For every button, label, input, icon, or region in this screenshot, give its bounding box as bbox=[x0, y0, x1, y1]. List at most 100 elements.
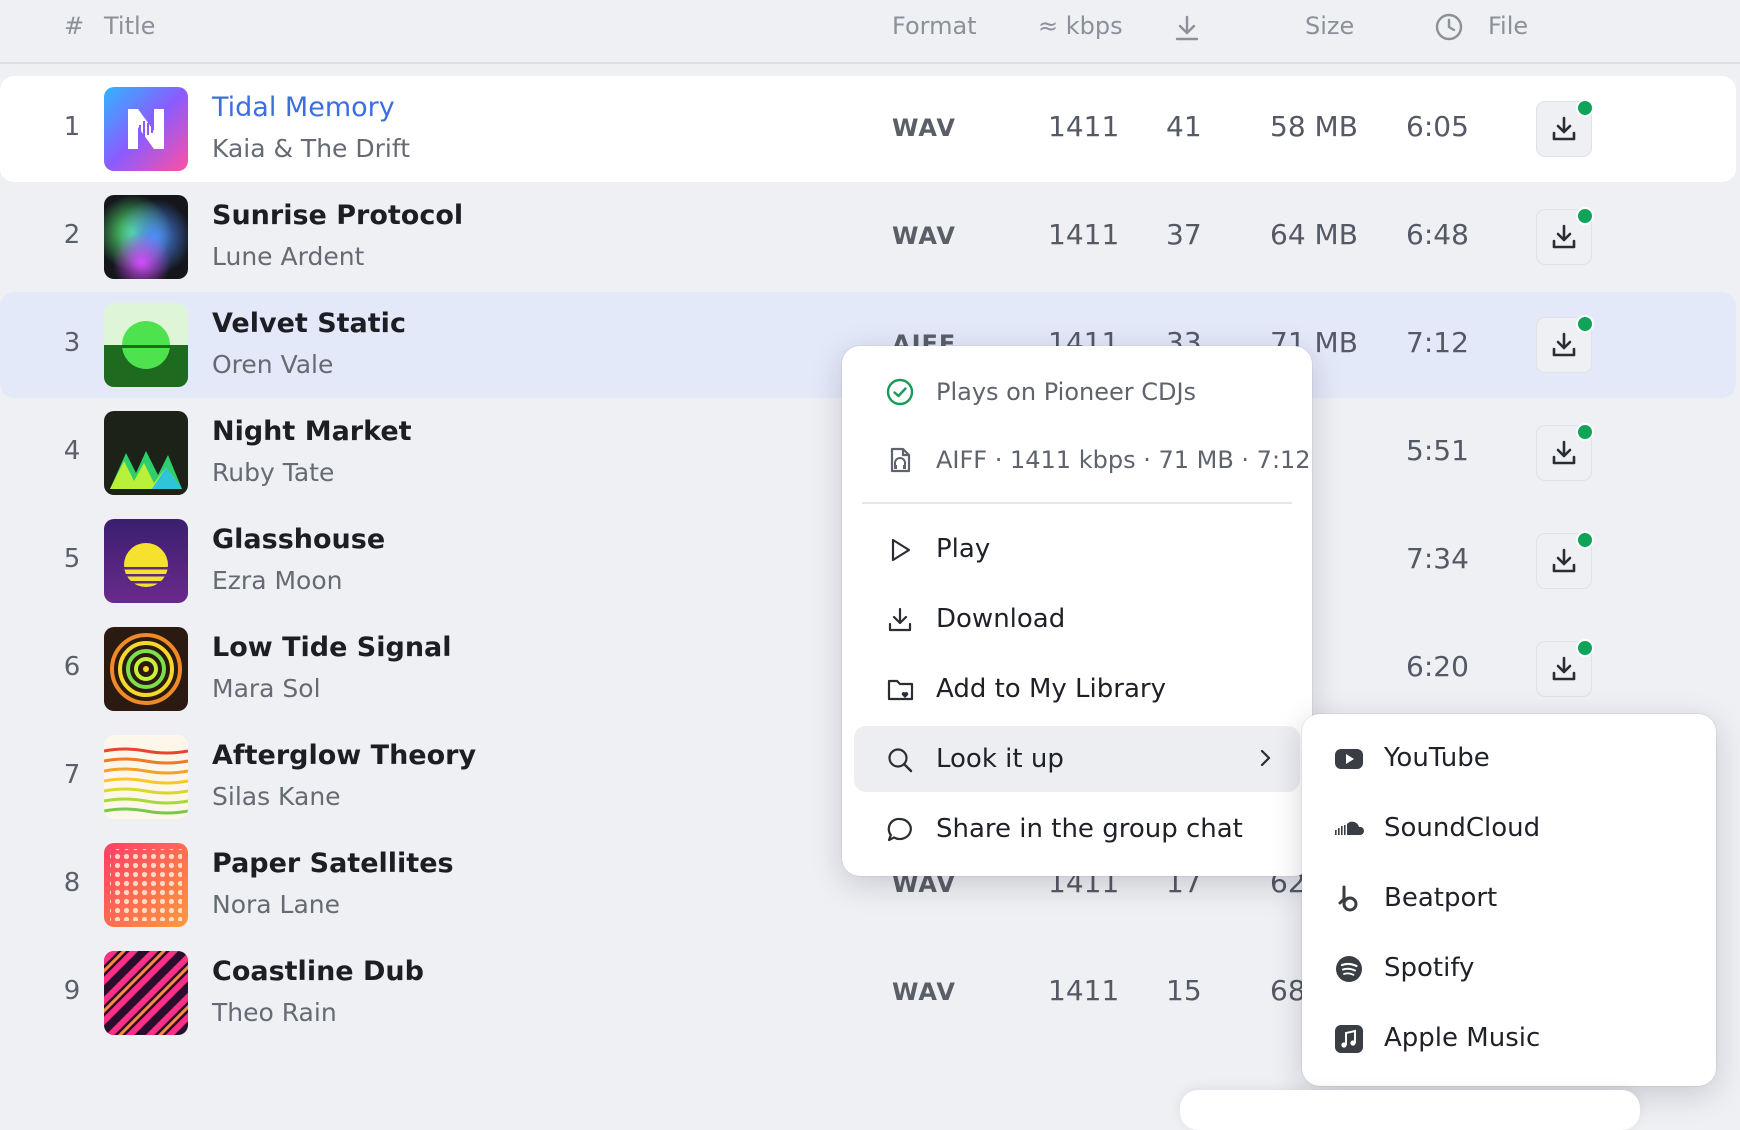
track-number: 5 bbox=[63, 544, 81, 574]
track-size: 58 MB bbox=[1270, 110, 1358, 143]
track-number: 6 bbox=[63, 652, 81, 682]
file-download-button[interactable] bbox=[1536, 99, 1594, 157]
track-duration: 6:20 bbox=[1406, 650, 1469, 683]
album-art bbox=[104, 303, 188, 387]
track-number: 8 bbox=[63, 868, 81, 898]
album-art bbox=[104, 735, 188, 819]
track-duration: 6:48 bbox=[1406, 218, 1469, 251]
header-format[interactable]: Format bbox=[892, 12, 977, 40]
file-download-button[interactable] bbox=[1536, 531, 1594, 589]
track-format: WAV bbox=[892, 222, 956, 250]
album-art bbox=[104, 951, 188, 1035]
track-title[interactable]: Low Tide Signal bbox=[212, 632, 452, 663]
track-title[interactable]: Afterglow Theory bbox=[212, 740, 476, 771]
menu-item-add-library-label: Add to My Library bbox=[936, 674, 1166, 704]
track-title[interactable]: Coastline Dub bbox=[212, 956, 424, 987]
track-format: WAV bbox=[892, 978, 956, 1006]
track-duration: 7:12 bbox=[1406, 326, 1469, 359]
track-duration: 6:05 bbox=[1406, 110, 1469, 143]
track-kbps: 1411 bbox=[1048, 974, 1120, 1007]
track-kbps: 1411 bbox=[1048, 218, 1120, 251]
track-downloads: 37 bbox=[1166, 218, 1202, 251]
track-duration: 5:51 bbox=[1406, 434, 1469, 467]
submenu-item-apple-music[interactable]: Apple Music bbox=[1314, 1006, 1704, 1072]
track-title[interactable]: Tidal Memory bbox=[212, 92, 395, 123]
track-artist[interactable]: Ruby Tate bbox=[212, 458, 334, 487]
track-number: 9 bbox=[63, 976, 81, 1006]
track-artist[interactable]: Oren Vale bbox=[212, 350, 333, 379]
header-kbps[interactable]: ≈ kbps bbox=[1038, 12, 1123, 40]
track-format: WAV bbox=[892, 114, 956, 142]
track-row[interactable]: 2 Sunrise Protocol Lune Ardent WAV 1411 … bbox=[0, 184, 1736, 290]
info-file-details: AIFF · 1411 kbps · 71 MB · 7:12 bbox=[854, 426, 1311, 492]
track-kbps: 1411 bbox=[1048, 110, 1120, 143]
check-circle-icon bbox=[886, 378, 914, 410]
track-duration: 7:34 bbox=[1406, 542, 1469, 575]
track-artist[interactable]: Lune Ardent bbox=[212, 242, 364, 271]
menu-item-play-label: Play bbox=[936, 534, 991, 564]
clock-icon[interactable] bbox=[1434, 12, 1464, 46]
track-number: 2 bbox=[63, 220, 81, 250]
album-art bbox=[104, 627, 188, 711]
play-icon bbox=[886, 536, 914, 568]
download-icon bbox=[1552, 656, 1576, 681]
track-size: 64 MB bbox=[1270, 218, 1358, 251]
menu-item-add-library[interactable]: Add to My Library bbox=[854, 656, 1300, 722]
track-title[interactable]: Night Market bbox=[212, 416, 412, 447]
submenu-item-label: Spotify bbox=[1384, 953, 1475, 983]
header-title[interactable]: Title bbox=[104, 12, 155, 40]
soundcloud-icon bbox=[1334, 814, 1366, 848]
lookup-submenu: YouTube SoundCloud Beatport Spotify Appl… bbox=[1302, 714, 1716, 1086]
table-header: # Title Format ≈ kbps Size File bbox=[0, 0, 1740, 64]
submenu-item-label: Beatport bbox=[1384, 883, 1498, 913]
chevron-right-icon bbox=[1258, 748, 1272, 772]
info-compatibility: Plays on Pioneer CDJs bbox=[854, 358, 1300, 424]
hidden-panel-edge bbox=[1180, 1090, 1640, 1130]
submenu-item-spotify[interactable]: Spotify bbox=[1314, 936, 1704, 1002]
menu-item-look-it-up[interactable]: Look it up bbox=[854, 726, 1300, 792]
downloaded-status-dot bbox=[1576, 639, 1594, 657]
track-title[interactable]: Glasshouse bbox=[212, 524, 385, 555]
album-art bbox=[104, 411, 188, 495]
submenu-item-beatport[interactable]: Beatport bbox=[1314, 866, 1704, 932]
download-count-icon[interactable] bbox=[1174, 14, 1200, 46]
audio-file-icon bbox=[886, 446, 914, 478]
menu-item-look-it-up-label: Look it up bbox=[936, 744, 1064, 774]
youtube-icon bbox=[1334, 744, 1364, 778]
submenu-item-label: Apple Music bbox=[1384, 1023, 1541, 1053]
album-art bbox=[104, 519, 188, 603]
track-title[interactable]: Velvet Static bbox=[212, 308, 406, 339]
submenu-item-soundcloud[interactable]: SoundCloud bbox=[1314, 796, 1704, 862]
menu-item-share-group-chat[interactable]: Share in the group chat bbox=[854, 796, 1300, 862]
downloaded-status-dot bbox=[1576, 531, 1594, 549]
submenu-item-youtube[interactable]: YouTube bbox=[1314, 726, 1704, 792]
submenu-item-label: SoundCloud bbox=[1384, 813, 1541, 843]
menu-item-play[interactable]: Play bbox=[854, 516, 1300, 582]
header-size[interactable]: Size bbox=[1305, 12, 1354, 40]
track-artist[interactable]: Kaia & The Drift bbox=[212, 134, 410, 163]
track-number: 7 bbox=[63, 760, 81, 790]
download-icon bbox=[886, 606, 914, 638]
menu-divider bbox=[862, 502, 1292, 504]
file-download-button[interactable] bbox=[1536, 423, 1594, 481]
track-artist[interactable]: Nora Lane bbox=[212, 890, 340, 919]
track-row[interactable]: 1 Tidal Memory Kaia & The Drift WAV 1411… bbox=[0, 76, 1736, 182]
album-art bbox=[104, 87, 188, 171]
track-artist[interactable]: Silas Kane bbox=[212, 782, 341, 811]
track-artist[interactable]: Mara Sol bbox=[212, 674, 321, 703]
spotify-icon bbox=[1334, 954, 1364, 988]
download-icon bbox=[1552, 332, 1576, 357]
menu-item-download[interactable]: Download bbox=[854, 586, 1300, 652]
file-download-button[interactable] bbox=[1536, 639, 1594, 697]
track-number: 4 bbox=[63, 436, 81, 466]
menu-item-download-label: Download bbox=[936, 604, 1066, 634]
track-title[interactable]: Sunrise Protocol bbox=[212, 200, 463, 231]
track-artist[interactable]: Ezra Moon bbox=[212, 566, 342, 595]
track-title[interactable]: Paper Satellites bbox=[212, 848, 454, 879]
download-icon bbox=[1552, 440, 1576, 465]
info-compatibility-label: Plays on Pioneer CDJs bbox=[936, 378, 1197, 406]
file-download-button[interactable] bbox=[1536, 315, 1594, 373]
file-download-button[interactable] bbox=[1536, 207, 1594, 265]
track-artist[interactable]: Theo Rain bbox=[212, 998, 337, 1027]
header-file[interactable]: File bbox=[1488, 12, 1528, 40]
